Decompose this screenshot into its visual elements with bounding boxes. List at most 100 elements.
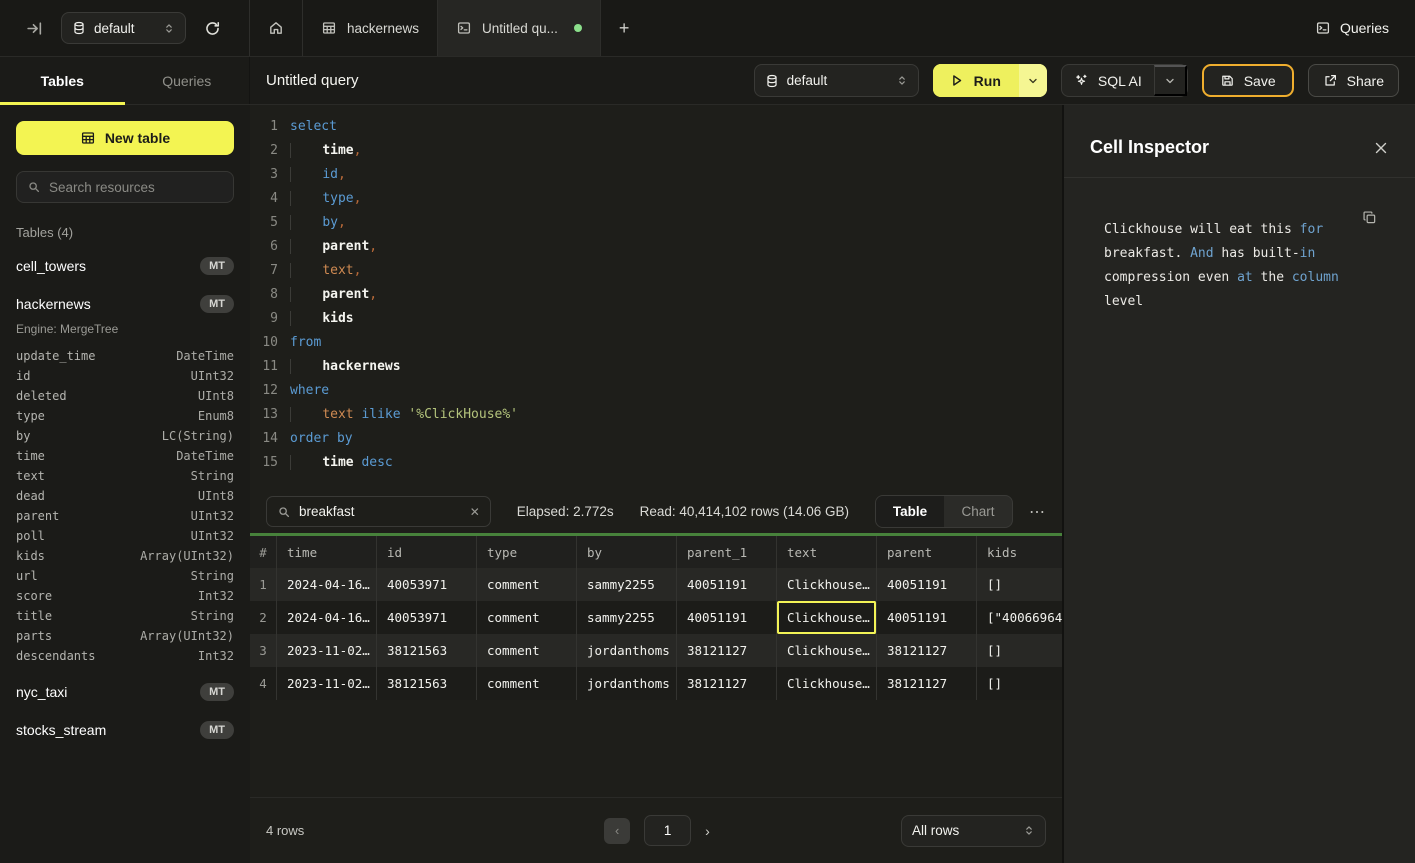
sql-editor[interactable]: 1select2 time,3 id,4 type,5 by,6 parent,… [250,105,1062,490]
query-header: Untitled query default [250,57,1415,104]
column-header-by[interactable]: by [577,536,677,568]
column-header-text[interactable]: text [777,536,877,568]
column-type: DateTime [176,449,234,463]
column-type: Array(UInt32) [140,629,234,643]
sql-ai-button[interactable]: SQL AI [1062,65,1154,96]
sidebar-table-nyc_taxi[interactable]: nyc_taxiMT [16,680,234,704]
table-cell[interactable]: ["40066964… [977,601,1062,634]
run-options-button[interactable] [1019,64,1047,97]
clear-search-button[interactable]: ✕ [470,505,480,519]
code-content: parent, [290,235,377,259]
table-cell[interactable]: comment [477,667,577,700]
more-options-button[interactable]: ⋯ [1029,502,1046,522]
table-cell[interactable]: 2023-11-02… [277,667,377,700]
column-header-type[interactable]: type [477,536,577,568]
row-index: 2 [250,601,277,634]
table-cell[interactable]: jordanthoms [577,667,677,700]
column-row: kidsArray(UInt32) [16,546,234,566]
sidebar-table-cell_towers[interactable]: cell_towersMT [16,254,234,278]
resource-search-input[interactable] [49,180,223,195]
table-cell[interactable]: 38121127 [677,667,777,700]
sidebar-tab-tables[interactable]: Tables [0,57,125,104]
table-cell[interactable]: [] [977,568,1062,601]
column-header-parent[interactable]: parent [877,536,977,568]
engine-label: Engine: MergeTree [16,322,234,336]
new-tab-button[interactable]: + [601,0,648,56]
close-inspector-button[interactable] [1373,140,1389,156]
chevron-left-icon: ‹ [615,823,619,838]
view-tab-table[interactable]: Table [876,496,944,527]
table-cell[interactable]: comment [477,601,577,634]
table-cell[interactable]: 40053971 [377,601,477,634]
table-cell[interactable]: 40051191 [877,601,977,634]
query-header-controls: default Run [754,64,1399,97]
code-content: type, [290,187,361,211]
sidebar-table-stocks_stream[interactable]: stocks_streamMT [16,718,234,742]
sql-ai-options-button[interactable] [1154,65,1187,96]
queries-button[interactable]: Queries [1315,20,1389,36]
table-cell[interactable]: 38121127 [677,634,777,667]
page-number-input[interactable] [644,815,691,846]
database-selector[interactable]: default [61,12,186,44]
code-content: from [290,331,321,355]
column-header-id[interactable]: id [377,536,477,568]
table-cell[interactable]: 2024-04-16… [277,601,377,634]
database-icon [765,74,779,88]
column-row: urlString [16,566,234,586]
line-number: 13 [250,403,278,427]
table-cell[interactable]: comment [477,634,577,667]
table-cell[interactable]: sammy2255 [577,568,677,601]
run-button[interactable]: Run [933,64,1019,97]
save-button[interactable]: Save [1202,64,1294,97]
code-content: hackernews [290,355,401,379]
table-cell[interactable]: Clickhouse… [777,634,877,667]
selected-table-cell[interactable]: Clickhouse… [777,601,877,634]
results-search-input[interactable] [299,504,462,519]
table-row: 22024-04-16…40053971commentsammy22554005… [250,601,1062,634]
column-header-#[interactable]: # [250,536,277,568]
queries-button-label: Queries [1340,20,1389,36]
share-button[interactable]: Share [1308,64,1399,97]
table-cell[interactable]: jordanthoms [577,634,677,667]
table-cell[interactable]: 38121127 [877,667,977,700]
column-header-parent_1[interactable]: parent_1 [677,536,777,568]
table-cell[interactable]: 2024-04-16… [277,568,377,601]
table-cell[interactable]: 38121127 [877,634,977,667]
previous-page-button[interactable]: ‹ [604,818,630,844]
column-header-time[interactable]: time [277,536,377,568]
table-cell[interactable]: comment [477,568,577,601]
table-cell[interactable]: 2023-11-02… [277,634,377,667]
results-footer: 4 rows ‹ › All rows [250,797,1062,863]
collapse-sidebar-button[interactable] [22,16,47,41]
table-cell[interactable]: [] [977,634,1062,667]
table-cell[interactable]: Clickhouse… [777,667,877,700]
tab-home[interactable] [250,0,303,56]
read-stat: Read: 40,414,102 rows (14.06 GB) [640,504,849,519]
column-header-kids[interactable]: kids [977,536,1062,568]
table-cell[interactable]: 40051191 [677,568,777,601]
table-cell[interactable]: 40051191 [677,601,777,634]
copy-cell-button[interactable] [1362,210,1377,225]
view-tab-chart[interactable]: Chart [944,496,1012,527]
results-search[interactable]: ✕ [266,496,491,527]
resource-search[interactable] [16,171,234,203]
table-cell[interactable]: 38121563 [377,634,477,667]
table-cell[interactable]: sammy2255 [577,601,677,634]
table-cell[interactable]: Clickhouse… [777,568,877,601]
column-type: Int32 [198,649,234,663]
table-cell[interactable]: 40053971 [377,568,477,601]
page-size-selector[interactable]: All rows [901,815,1046,847]
results-empty-space [250,700,1062,797]
new-table-button[interactable]: New table [16,121,234,155]
table-cell[interactable]: 38121563 [377,667,477,700]
table-cell[interactable]: 40051191 [877,568,977,601]
code-line: 15 time desc [250,451,1062,475]
refresh-button[interactable] [200,16,225,41]
tab-untitled-query[interactable]: Untitled qu... [438,0,601,56]
table-cell[interactable]: [] [977,667,1062,700]
sidebar-table-hackernews[interactable]: hackernewsMT [16,292,234,316]
next-page-button[interactable]: › [705,823,710,839]
sidebar-tab-queries[interactable]: Queries [125,57,250,104]
query-database-selector[interactable]: default [754,64,919,97]
tab-hackernews[interactable]: hackernews [303,0,438,56]
